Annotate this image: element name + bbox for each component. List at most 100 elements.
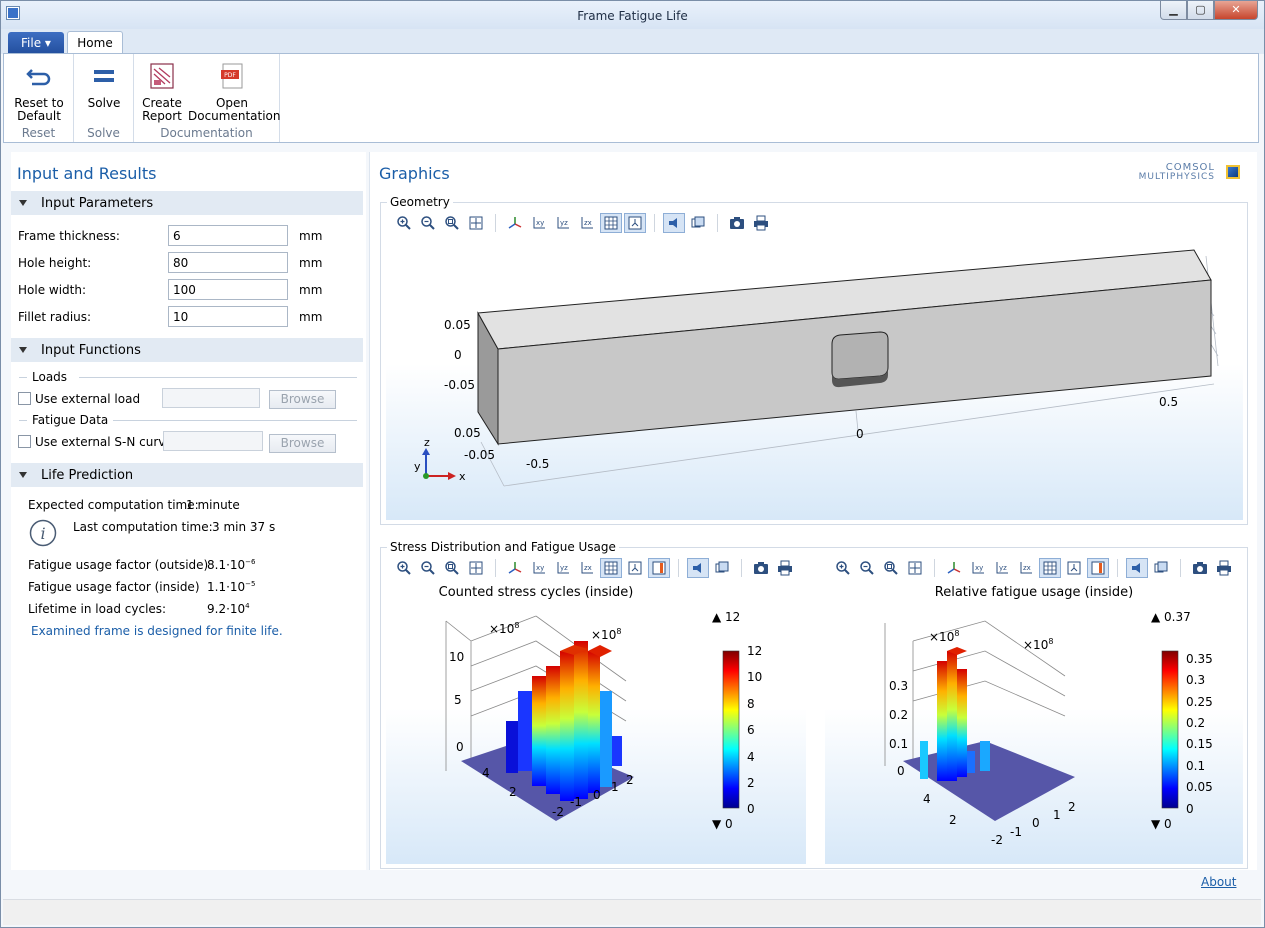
grid-icon — [604, 216, 618, 230]
zoom-in-button[interactable] — [393, 558, 415, 578]
create-report-button[interactable]: Create Report — [136, 62, 188, 123]
zoom-box-button[interactable] — [880, 558, 902, 578]
scene-light-button[interactable] — [663, 213, 685, 233]
xy-view-button[interactable]: xy — [528, 558, 550, 578]
color-legend-button[interactable] — [1087, 558, 1109, 578]
plot1-bar — [600, 691, 612, 787]
zoom-box-button[interactable] — [441, 558, 463, 578]
transparency-button[interactable] — [687, 213, 709, 233]
axis-orientation-button[interactable] — [624, 558, 646, 578]
life-prediction-heading: Life Prediction — [41, 468, 134, 483]
plot1-bar — [532, 676, 546, 786]
minimize-button[interactable]: ▁ — [1160, 1, 1187, 20]
browse-load-button: Browse — [269, 390, 336, 409]
grid-toggle-button[interactable] — [1039, 558, 1061, 578]
home-tab[interactable]: Home — [67, 31, 123, 55]
use-external-sn-checkbox[interactable] — [18, 435, 31, 448]
color-legend-button[interactable] — [648, 558, 670, 578]
zoom-box-button[interactable] — [441, 213, 463, 233]
default-view-button[interactable] — [504, 558, 526, 578]
transparency-button[interactable] — [711, 558, 733, 578]
solve-label: Solve — [87, 96, 121, 110]
default-view-button[interactable] — [943, 558, 965, 578]
scene-light-button[interactable] — [687, 558, 709, 578]
triad-y-label: y — [414, 460, 421, 473]
plot2-legend-max: ▲ 0.37 — [1151, 610, 1191, 624]
input-parameters-header[interactable]: Input Parameters — [11, 191, 363, 215]
transparency-icon — [715, 561, 729, 573]
zoom-extents-button[interactable] — [904, 558, 926, 578]
zoom-in-button[interactable] — [832, 558, 854, 578]
print-button[interactable] — [774, 558, 796, 578]
hole-height-input[interactable] — [168, 252, 288, 273]
solve-button[interactable]: Solve — [80, 62, 128, 110]
snapshot-button[interactable] — [1189, 558, 1211, 578]
file-menu-tab[interactable]: File ▾ — [8, 32, 64, 54]
close-button[interactable]: ✕ — [1214, 1, 1258, 20]
use-external-load-checkbox[interactable] — [18, 392, 31, 405]
transparency-icon — [691, 216, 705, 228]
snapshot-button[interactable] — [750, 558, 772, 578]
logo-mark — [1226, 165, 1240, 179]
usage-inside-value: 1.1·10−5 — [207, 580, 256, 594]
plot1-legend-max: ▲ 12 — [712, 610, 740, 624]
zoom-in-icon — [397, 216, 411, 230]
yz-view-button[interactable]: yz — [991, 558, 1013, 578]
zx-view-button[interactable]: zx — [576, 213, 598, 233]
frame-thickness-input[interactable] — [168, 225, 288, 246]
print-button[interactable] — [750, 213, 772, 233]
axis-orientation-icon — [628, 216, 642, 230]
zoom-out-button[interactable] — [856, 558, 878, 578]
snapshot-button[interactable] — [726, 213, 748, 233]
life-prediction-header[interactable]: Life Prediction — [11, 463, 363, 487]
plot2-colorbar-tick: 0.2 — [1186, 716, 1205, 730]
transparency-button[interactable] — [1150, 558, 1172, 578]
plot1-colorbar — [722, 650, 740, 809]
report-icon — [150, 63, 174, 89]
fatigue-usage-plot[interactable]: Relative fatigue usage (inside) 0.3 0.2 … — [825, 581, 1243, 864]
geometry-viewport[interactable]: 0.05 0 -0.05 0.05 -0.05 -0.5 0 0.5 z y x — [386, 236, 1243, 520]
open-documentation-button[interactable]: PDF Open Documentation — [188, 62, 281, 123]
default-view-button[interactable] — [504, 213, 526, 233]
svg-text:yz: yz — [560, 564, 568, 572]
fillet-radius-input[interactable] — [168, 306, 288, 327]
svg-text:yz: yz — [999, 564, 1007, 572]
stress-cycles-plot[interactable]: Counted stress cycles (inside) 10 5 0 4 … — [386, 581, 806, 864]
xy-view-button[interactable]: xy — [967, 558, 989, 578]
status-bar — [3, 899, 1261, 925]
axis-orientation-button[interactable] — [624, 213, 646, 233]
zoom-extents-button[interactable] — [465, 213, 487, 233]
grid-toggle-button[interactable] — [600, 558, 622, 578]
plot1-multiplier-left: ×108 — [489, 621, 519, 636]
input-functions-header[interactable]: Input Functions — [11, 338, 363, 362]
zoom-out-button[interactable] — [417, 213, 439, 233]
fatigue-data-label: Fatigue Data — [32, 413, 109, 427]
yz-view-button[interactable]: yz — [552, 213, 574, 233]
grid-toggle-button[interactable] — [600, 213, 622, 233]
reset-to-default-button[interactable]: Reset to Default — [8, 62, 70, 123]
plot2-colorbar-tick: 0.35 — [1186, 652, 1213, 666]
scene-light-button[interactable] — [1126, 558, 1148, 578]
maximize-button[interactable]: ▢ — [1187, 1, 1214, 20]
xy-view-button[interactable]: xy — [528, 213, 550, 233]
zx-view-button[interactable]: zx — [576, 558, 598, 578]
axis-orientation-button[interactable] — [1063, 558, 1085, 578]
plot1-colorbar-tick: 2 — [747, 776, 755, 790]
zx-view-button[interactable]: zx — [1015, 558, 1037, 578]
print-button[interactable] — [1213, 558, 1235, 578]
zoom-extents-button[interactable] — [465, 558, 487, 578]
hole-width-input[interactable] — [168, 279, 288, 300]
plot2-z-tick: 0.2 — [889, 708, 908, 722]
yz-view-button[interactable]: yz — [552, 558, 574, 578]
plot2-colorbar-tick: 0.1 — [1186, 759, 1205, 773]
expected-time-label: Expected computation time: — [28, 498, 199, 512]
svg-text:xy: xy — [975, 564, 983, 572]
transparency-icon — [1154, 561, 1168, 573]
zoom-in-button[interactable] — [393, 213, 415, 233]
plot2-y-tick: 4 — [923, 792, 931, 806]
plot2-bar — [947, 651, 957, 781]
input-parameters-heading: Input Parameters — [41, 196, 154, 211]
about-link[interactable]: About — [1201, 875, 1236, 889]
zoom-out-button[interactable] — [417, 558, 439, 578]
zoom-in-icon — [836, 561, 850, 575]
